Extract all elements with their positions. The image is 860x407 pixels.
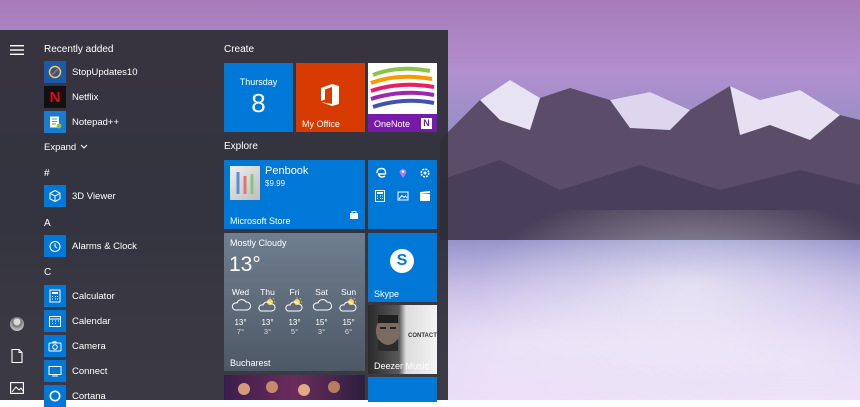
cube-icon <box>44 185 66 207</box>
edge-icon <box>375 166 387 184</box>
store-app-price: $9.99 <box>265 179 286 188</box>
app-item-netflix[interactable]: N Netflix <box>44 86 98 108</box>
my-office-tile[interactable]: My Office <box>296 63 365 132</box>
chevron-down-icon <box>80 142 88 153</box>
hamburger-menu-icon[interactable] <box>9 42 25 58</box>
store-app-name: Penbook <box>265 165 309 177</box>
netflix-icon: N <box>44 86 66 108</box>
forecast-lo: 6° <box>344 327 353 336</box>
recently-added-heading: Recently added <box>44 44 114 55</box>
weather-city: Bucharest <box>230 358 271 368</box>
microsoft-store-tile[interactable]: Penbook $9.99 Microsoft Store <box>224 160 365 229</box>
onenote-ribbon-graphic <box>370 66 435 109</box>
cloud-icon <box>231 299 251 311</box>
settings-gear-icon <box>419 166 431 184</box>
cortana-icon <box>44 385 66 407</box>
pictures-icon[interactable] <box>9 380 25 396</box>
penbook-icon <box>230 166 260 200</box>
app-label: StopUpdates10 <box>72 66 138 78</box>
start-menu: Recently added StopUpdates10 N Netflix N… <box>0 30 448 407</box>
tile-label: Skype <box>374 289 400 299</box>
artist-face-image <box>376 315 400 351</box>
crowd-photo-image <box>238 381 340 396</box>
weather-condition: Mostly Cloudy <box>230 238 287 248</box>
weather-tile[interactable]: Mostly Cloudy 13° Wed 13° 7° Thu 13° 3° … <box>224 233 365 371</box>
weather-current-temp: 13° <box>229 253 261 276</box>
store-bag-icon <box>349 207 359 225</box>
calculator-mini-icon <box>375 189 385 207</box>
app-label: Notepad++ <box>72 116 120 128</box>
photos-icon <box>397 189 409 207</box>
documents-icon[interactable] <box>9 348 25 364</box>
section-letter-hash[interactable]: # <box>44 168 50 179</box>
app-item-calculator[interactable]: Calculator <box>44 285 115 307</box>
app-item-calendar[interactable]: Calendar <box>44 310 111 332</box>
group-title-create[interactable]: Create <box>224 44 254 55</box>
app-label: Netflix <box>72 91 99 103</box>
app-label: Alarms & Clock <box>72 240 137 252</box>
mini-apps-folder-tile[interactable] <box>368 160 437 229</box>
section-letter-a[interactable]: A <box>44 218 51 229</box>
partly-sunny-icon <box>284 297 302 312</box>
tile-label: OneNote <box>374 119 411 129</box>
tile-label: Deezer Music <box>374 361 430 371</box>
forecast-day: Sun 15° 6° <box>332 287 365 336</box>
app-item-camera[interactable]: Camera <box>44 335 106 357</box>
bottom-blue-tile[interactable] <box>368 377 437 402</box>
movies-clapper-icon <box>419 189 431 207</box>
camera-icon <box>44 335 66 357</box>
app-item-alarms-clock[interactable]: Alarms & Clock <box>44 235 137 257</box>
tile-label: Microsoft Store <box>230 216 291 226</box>
calendar-tile[interactable]: Thursday 8 <box>224 63 293 132</box>
group-title-explore[interactable]: Explore <box>224 141 258 152</box>
alarm-clock-icon <box>44 235 66 257</box>
maps-pin-icon <box>397 166 409 184</box>
cloud-icon <box>312 299 332 311</box>
tile-label: My Office <box>302 119 340 129</box>
partly-sunny-icon <box>338 297 356 312</box>
expand-button[interactable]: Expand <box>44 136 88 158</box>
tiles-area: Create Thursday 8 My Office OneNote N Ex… <box>214 30 448 402</box>
app-item-cortana[interactable]: Cortana <box>44 385 106 407</box>
cloud-layer <box>440 210 860 400</box>
user-avatar[interactable] <box>9 316 25 332</box>
app-label: Calculator <box>72 290 115 302</box>
skype-logo-icon: S <box>390 249 414 273</box>
app-item-notepadpp[interactable]: Notepad++ <box>44 111 119 133</box>
app-label: 3D Viewer <box>72 190 116 202</box>
app-label: Camera <box>72 340 106 352</box>
stop-updates-icon <box>44 61 66 83</box>
expand-label: Expand <box>44 141 77 153</box>
app-item-connect[interactable]: Connect <box>44 360 107 382</box>
section-letter-c[interactable]: C <box>44 267 51 278</box>
photos-live-tile[interactable] <box>224 375 365 400</box>
calendar-date: 8 <box>251 88 266 118</box>
app-item-stopupdates10[interactable]: StopUpdates10 <box>44 61 138 83</box>
app-item-3d-viewer[interactable]: 3D Viewer <box>44 185 116 207</box>
app-list: Recently added StopUpdates10 N Netflix N… <box>34 30 214 407</box>
app-label: Calendar <box>72 315 111 327</box>
forecast-hi: 15° <box>342 318 355 327</box>
deezer-brand-text: CONTACT <box>408 333 437 339</box>
notepadpp-icon <box>44 111 66 133</box>
start-rail <box>0 30 34 400</box>
connect-icon <box>44 360 66 382</box>
calculator-icon <box>44 285 66 307</box>
calendar-icon <box>44 310 66 332</box>
office-logo-icon <box>319 83 341 112</box>
partly-sunny-icon <box>257 297 275 312</box>
onenote-tile[interactable]: OneNote N <box>368 63 437 132</box>
onenote-logo-icon: N <box>421 118 432 129</box>
calendar-day: Thursday <box>239 77 278 87</box>
app-label: Connect <box>72 365 108 377</box>
deezer-tile[interactable]: CONTACT Deezer Music <box>368 305 437 374</box>
forecast-day-label: Sun <box>340 287 357 297</box>
skype-tile[interactable]: S Skype <box>368 233 437 302</box>
